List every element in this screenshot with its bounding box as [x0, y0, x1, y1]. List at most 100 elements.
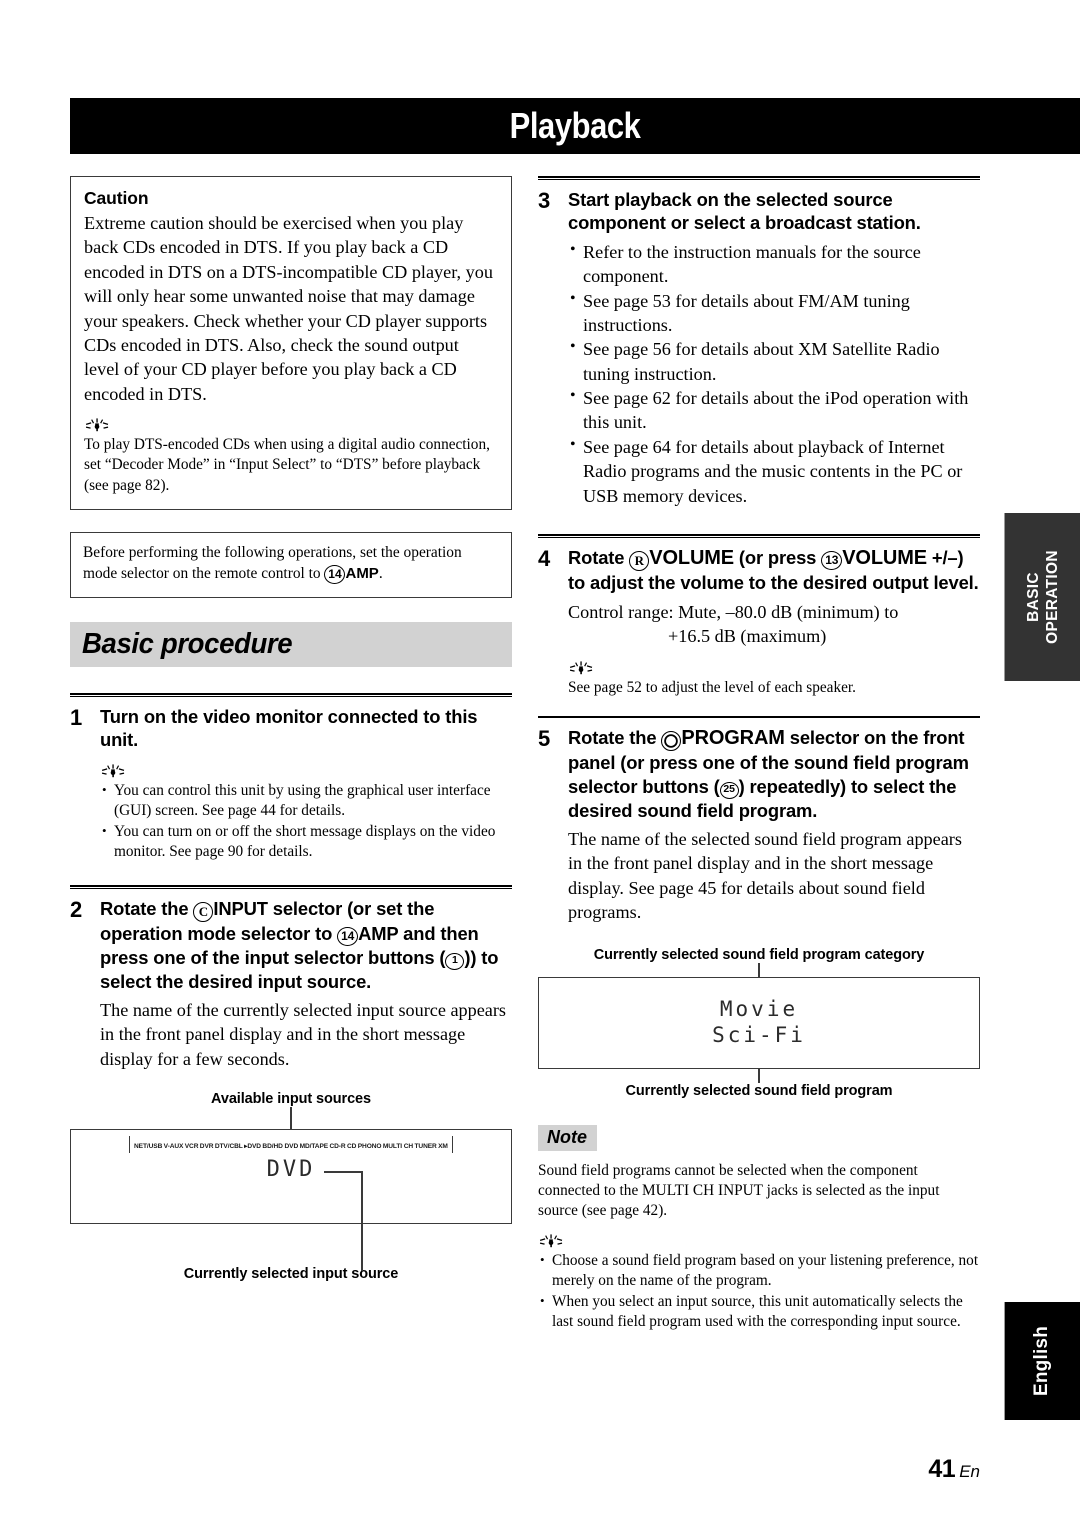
step-3-body: Refer to the instruction manuals for the…: [568, 239, 980, 508]
step-3-heading: Start playback on the selected source co…: [568, 189, 921, 234]
figure-caption-top: Available input sources: [211, 1091, 371, 1108]
input-source-label: TUNER: [414, 1142, 437, 1150]
note-bullet-list: Choose a sound field program based on yo…: [538, 1251, 980, 1333]
step-4-head-part2: (or press: [733, 547, 822, 569]
sf-figure-caption-bottom: Currently selected sound field program: [625, 1082, 893, 1099]
step-2-rule: [70, 884, 512, 889]
page-title-banner: Playback: [70, 98, 1080, 154]
control-range-line-2: +16.5 dB (maximum): [668, 626, 827, 647]
step-1-heading: Turn on the video monitor connected to t…: [100, 706, 478, 751]
input-source-label: DTV/CBL: [214, 1142, 243, 1150]
right-column: 3 Start playback on the selected source …: [538, 176, 980, 1333]
input-source-label: DVR: [199, 1142, 214, 1150]
lcd-category-text: Movie: [719, 996, 799, 1021]
list-item: You can control this unit by using the g…: [100, 781, 512, 822]
step-4-tip-text: See page 52 to adjust the level of each …: [568, 678, 856, 696]
step-4-ref-volume: R: [629, 551, 650, 572]
step-3-number: 3: [538, 188, 551, 213]
prenote-box: Before performing the following operatio…: [70, 532, 512, 599]
input-source-label: PHONO: [357, 1142, 382, 1150]
input-source-figure: Available input sources NET/USB V-AUX VC…: [70, 1091, 512, 1282]
step-3-rule: [538, 176, 980, 180]
step-5-label-program: PROGRAM: [681, 726, 785, 749]
list-item: Refer to the instruction manuals for the…: [568, 239, 980, 289]
caution-heading: Caution: [84, 188, 149, 208]
sound-field-figure: Currently selected sound field program c…: [538, 947, 980, 1099]
list-item: See page 64 for details about playback o…: [568, 434, 980, 508]
step-2-body: The name of the currently selected input…: [100, 998, 512, 1071]
list-item: See page 56 for details about XM Satelli…: [568, 336, 980, 386]
caution-tip-text: To play DTS-encoded CDs when using a dig…: [84, 436, 490, 494]
step-1-number: 1: [70, 705, 83, 731]
step-2: 2 Rotate the C INPUT selector (or set the…: [70, 884, 512, 1282]
tip-sunburst-icon: [101, 764, 125, 777]
step-4: 4 Rotate R VOLUME (or press 13 VOLUME +/–)…: [538, 534, 980, 718]
input-source-label: XM: [438, 1142, 448, 1150]
side-tab-basic-operation: BASIC OPERATION: [1004, 513, 1080, 681]
step-4-head-part1: Rotate: [568, 547, 630, 569]
step-2-heading: Rotate the C INPUT selector (or set the o…: [100, 897, 512, 993]
note-tag: Note: [538, 1124, 597, 1151]
step-4-number: 4: [538, 546, 551, 572]
prenote-text-before: Before performing the following operatio…: [83, 544, 462, 583]
step-5-ref-program: O: [661, 730, 682, 751]
callout-vertical-line: [361, 1171, 363, 1272]
step-1-rule: [70, 693, 512, 698]
step-1-bullet-list: You can control this unit by using the g…: [100, 781, 512, 863]
prenote-ref-label: AMP: [345, 565, 379, 583]
page-number: 41: [928, 1455, 956, 1483]
tip-sunburst-icon: [569, 660, 593, 674]
step-4-body: Control range: Mute, –80.0 dB (minimum) …: [568, 600, 980, 698]
step-4-rule: [538, 534, 980, 539]
step-1: 1 Turn on the video monitor connected to…: [70, 693, 512, 863]
left-column: Caution Extreme caution should be exerci…: [70, 176, 512, 1282]
control-range-line-1: Control range: Mute, –80.0 dB (minimum) …: [568, 601, 899, 622]
tip-sunburst-icon: [85, 418, 109, 432]
input-source-label: CD: [346, 1142, 357, 1150]
step-5-description: The name of the selected sound field pro…: [568, 829, 962, 923]
input-source-row: NET/USB V-AUX VCR DVR DTV/CBL ▸DVD BD/HD…: [134, 1142, 448, 1151]
front-panel-display: NET/USB V-AUX VCR DVR DTV/CBL ▸DVD BD/HD…: [70, 1129, 512, 1272]
side-tab-line-1: BASIC: [1024, 572, 1042, 622]
prenote-ref-number: 14: [324, 565, 346, 585]
step-2-head-part1: Rotate the: [100, 897, 194, 919]
step-2-ref-input: C: [193, 901, 214, 922]
side-tab-english-label: English: [1031, 1325, 1053, 1397]
step-1-body: You can control this unit by using the g…: [100, 764, 512, 863]
step-2-description: The name of the currently selected input…: [100, 1000, 507, 1069]
tip-sunburst-icon: [539, 1234, 563, 1247]
figure-caption-bottom: Currently selected input source: [183, 1266, 399, 1283]
input-source-label: NET/USB: [134, 1142, 163, 1150]
step-4-head-part4: to adjust the volume to the desired outp…: [568, 572, 979, 594]
note-block: Note Sound field programs cannot be sele…: [538, 1124, 980, 1333]
step-4-bottom-rule: [538, 715, 980, 718]
step-5-number: 5: [538, 725, 551, 751]
step-5-ref-program-btn: 25: [719, 781, 739, 799]
caution-box: Caution Extreme caution should be exerci…: [70, 176, 512, 511]
step-2-label-input: INPUT: [213, 897, 268, 919]
step-2-label-amp: AMP: [358, 922, 399, 944]
list-item: Choose a sound field program based on yo…: [538, 1251, 980, 1292]
note-body: Sound field programs cannot be selected …: [538, 1161, 940, 1220]
step-4-head-part3: +/–): [926, 547, 964, 569]
callout-horizontal-line: [324, 1171, 363, 1173]
input-source-label: V-AUX: [163, 1142, 184, 1150]
step-2-number: 2: [70, 896, 83, 922]
side-tab-line-2: OPERATION: [1043, 550, 1061, 644]
caution-body: Extreme caution should be exercised when…: [84, 213, 493, 404]
step-4-label-volume-btn: VOLUME: [842, 547, 927, 570]
step-4-heading: Rotate R VOLUME (or press 13 VOLUME +/–) to…: [568, 546, 980, 595]
input-source-bracket: NET/USB V-AUX VCR DVR DTV/CBL ▸DVD BD/HD…: [129, 1136, 453, 1154]
step-5: 5 Rotate the OPROGRAM selector on the fr…: [538, 720, 980, 1099]
input-source-label-active: ▸DVD: [244, 1143, 261, 1151]
input-source-label: BD/HD DVD: [262, 1142, 299, 1150]
step-5-heading: Rotate the OPROGRAM selector on the fron…: [568, 726, 980, 822]
side-tab-basic-operation-label: BASIC OPERATION: [1024, 550, 1062, 644]
page-footer: 41 En: [928, 1455, 980, 1484]
list-item: When you select an input source, this un…: [538, 1292, 980, 1333]
manual-page: Playback Caution Extreme caution should …: [0, 0, 1080, 1526]
step-2-ref-inputbtn: 1: [445, 952, 465, 970]
step-3-bullet-list: Refer to the instruction manuals for the…: [568, 239, 980, 508]
step-2-ref-amp: 14: [337, 926, 359, 946]
prenote-text-after: .: [378, 565, 383, 583]
